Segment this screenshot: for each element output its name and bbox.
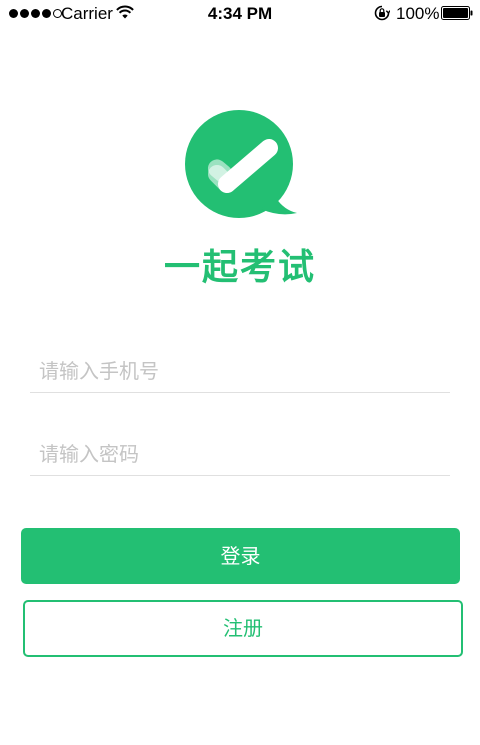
password-input[interactable] (39, 437, 439, 471)
orientation-lock-icon (374, 5, 390, 21)
phone-field (30, 332, 450, 393)
password-field (30, 415, 450, 476)
phone-input[interactable] (39, 354, 439, 388)
app-name: 一起考试 (163, 247, 316, 288)
login-button[interactable]: 登录 (21, 528, 460, 584)
checkmark-speech-bubble-icon (185, 110, 297, 218)
status-bar: Carrier 4:34 PM 100% (0, 0, 480, 28)
register-button[interactable]: 注册 (23, 600, 463, 657)
battery-percentage: 100% (396, 4, 440, 23)
battery-icon (441, 6, 473, 20)
